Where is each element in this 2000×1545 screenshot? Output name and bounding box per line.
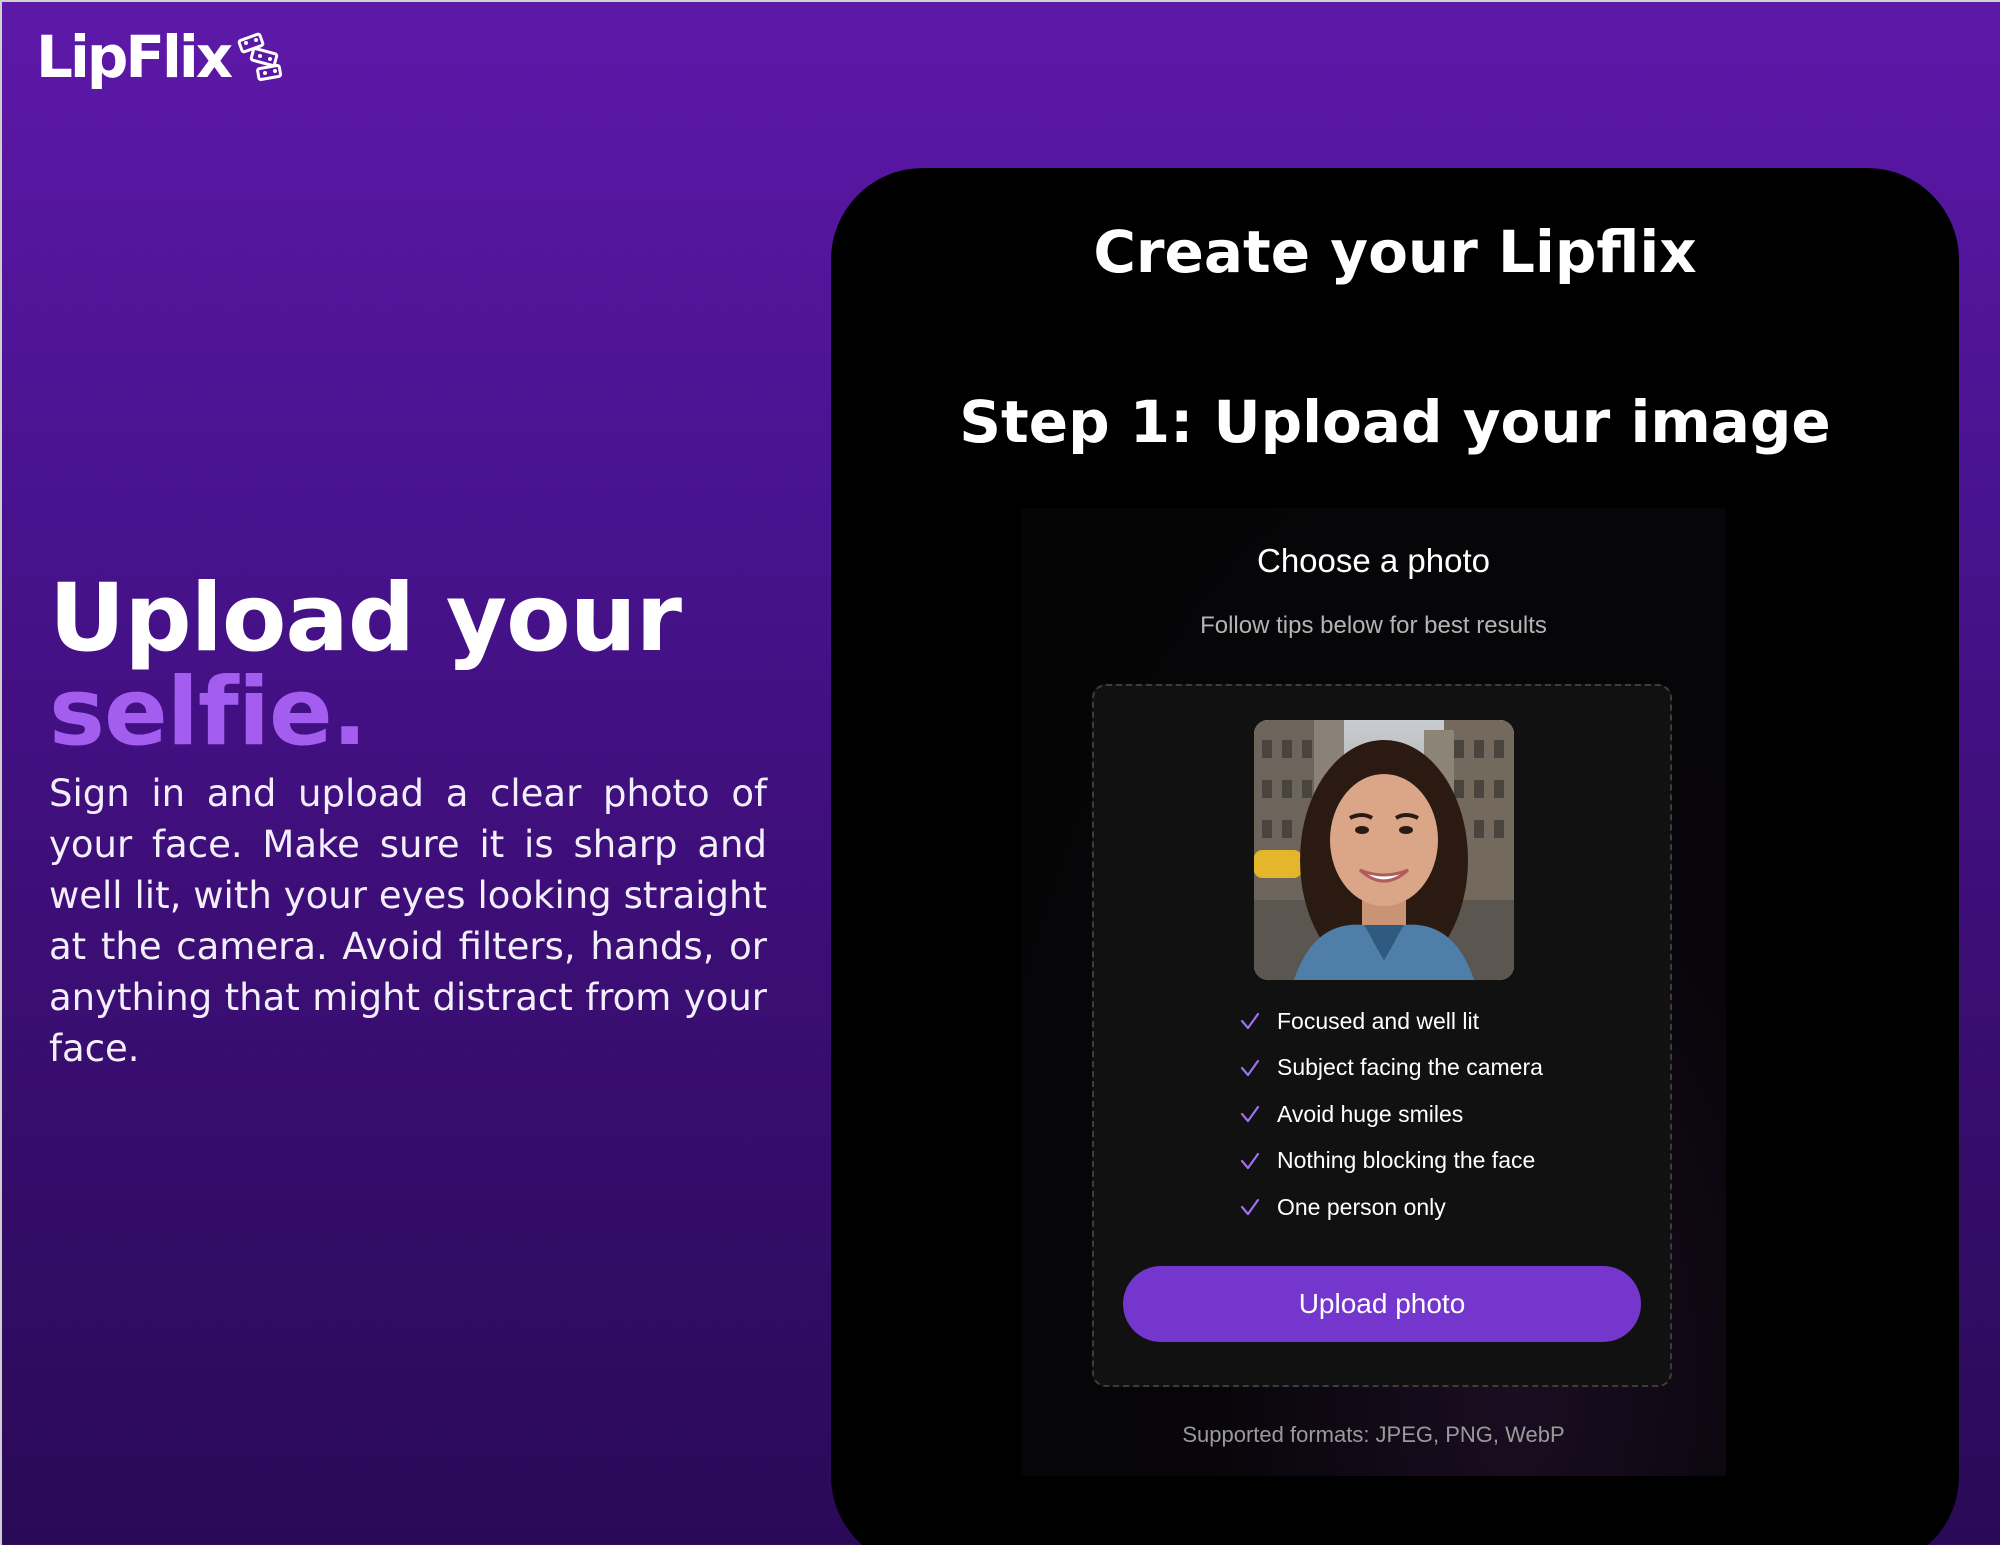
upload-photo-button[interactable]: Upload photo	[1123, 1266, 1641, 1342]
card-title: Create your Lipflix	[1093, 218, 1697, 286]
tip-text: Subject facing the camera	[1277, 1054, 1543, 1081]
example-selfie-image	[1254, 720, 1514, 980]
upload-panel: Choose a photo Follow tips below for bes…	[1021, 508, 1726, 1476]
check-icon	[1240, 1106, 1260, 1123]
supported-formats-text: Supported formats: JPEG, PNG, WebP	[1182, 1422, 1565, 1447]
photo-dropzone[interactable]: Focused and well lit Subject facing the …	[1092, 684, 1672, 1387]
tips-list: Focused and well lit Subject facing the …	[1239, 998, 1543, 1231]
tip-item: Focused and well lit	[1239, 998, 1543, 1045]
step-title: Step 1: Upload your image	[959, 388, 1831, 456]
tip-text: Avoid huge smiles	[1277, 1100, 1464, 1127]
tip-item: Subject facing the camera	[1239, 1045, 1543, 1092]
logo[interactable]: LipFlix	[36, 28, 292, 86]
check-icon	[1240, 1059, 1260, 1076]
hero-title-line1: Upload your	[49, 564, 682, 673]
check-icon	[1240, 1152, 1260, 1169]
create-card: Create your Lipflix Step 1: Upload your …	[831, 168, 1959, 1545]
hero-title: Upload your selfie.	[49, 572, 767, 760]
tip-item: Nothing blocking the face	[1239, 1138, 1543, 1185]
tip-text: One person only	[1277, 1193, 1446, 1220]
film-reel-icon	[237, 32, 283, 82]
hero-section: Upload your selfie. Sign in and upload a…	[49, 572, 767, 1074]
hero-description: Sign in and upload a clear photo of your…	[49, 772, 767, 1070]
example-photo	[1254, 720, 1514, 980]
hero-title-highlight: selfie.	[49, 658, 368, 767]
tip-item: Avoid huge smiles	[1239, 1091, 1543, 1138]
check-icon	[1240, 1199, 1260, 1216]
tip-item: One person only	[1239, 1184, 1543, 1231]
tip-text: Nothing blocking the face	[1277, 1147, 1536, 1174]
logo-text: LipFlix	[36, 23, 233, 91]
tips-subtitle: Follow tips below for best results	[1200, 612, 1547, 639]
check-icon	[1240, 1013, 1260, 1030]
tip-text: Focused and well lit	[1277, 1007, 1479, 1034]
choose-photo-label: Choose a photo	[1256, 542, 1490, 579]
